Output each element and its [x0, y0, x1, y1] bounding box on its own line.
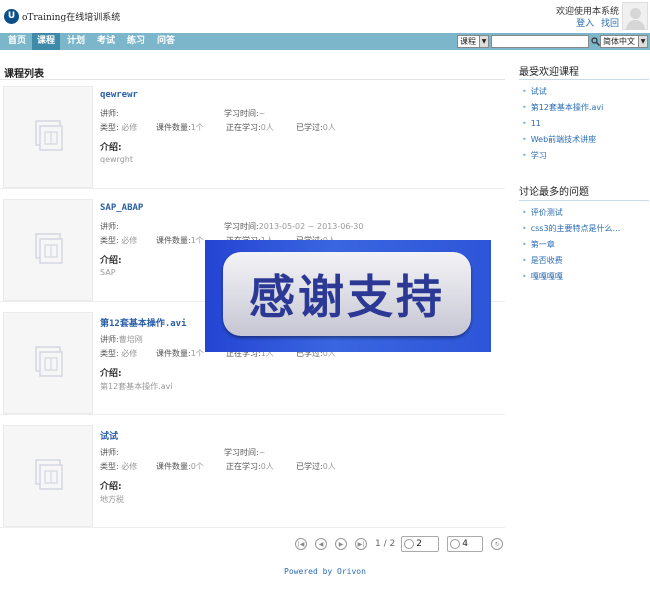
course-teacher: 讲师:	[100, 109, 119, 118]
course-description: qewrght	[100, 155, 133, 164]
course-count: 课件数量:1个	[156, 123, 204, 132]
search-type-value: 课程	[460, 37, 476, 46]
course-description: 第12套基本操作.avi	[100, 382, 173, 391]
course-intro-label: 介绍:	[100, 482, 122, 492]
main-nav: 首页 课程 计划 考试 练习 问答 课程 ▼ 简体中文 ▼	[0, 33, 650, 50]
jump-page-value: 2	[416, 539, 422, 549]
search-area: 课程 ▼ 简体中文 ▼	[457, 35, 648, 48]
login-link[interactable]: 登入	[576, 19, 594, 29]
list-item[interactable]: 评价测试	[522, 205, 620, 221]
book-icon	[35, 459, 63, 490]
course-type: 类型: 必修	[100, 123, 138, 132]
course-intro-label: 介绍:	[100, 143, 122, 153]
course-type: 类型: 必修	[100, 349, 138, 358]
nav-item-qa[interactable]: 问答	[152, 33, 180, 50]
course-time: 学习时间:~	[224, 109, 266, 118]
list-icon	[450, 539, 461, 549]
book-icon	[35, 346, 63, 377]
book-icon	[35, 233, 63, 264]
course-teacher: 讲师:曹培刚	[100, 335, 143, 344]
course-studying: 正在学习:0人	[226, 462, 274, 471]
course-item: qewrewr 讲师: 学习时间:~ 类型: 必修 课件数量:1个 正在学习:0…	[0, 81, 505, 189]
course-thumbnail[interactable]	[3, 199, 93, 301]
list-item[interactable]: 学习	[522, 148, 603, 164]
course-count: 课件数量:0个	[156, 462, 204, 471]
list-item[interactable]: css3的主要特点是什么...	[522, 221, 620, 237]
search-icon[interactable]	[591, 35, 600, 48]
next-page-icon[interactable]: ▶	[335, 538, 347, 550]
course-type: 类型: 必修	[100, 462, 138, 471]
course-title[interactable]: SAP_ABAP	[100, 203, 143, 213]
course-learned: 已学过:0人	[296, 123, 336, 132]
list-item[interactable]: 试试	[522, 84, 603, 100]
list-item[interactable]: 第12套基本操作.avi	[522, 100, 604, 116]
course-count: 课件数量:1个	[156, 349, 204, 358]
footer-powered: Powered by Orivon	[284, 567, 366, 576]
list-item[interactable]: 是否收费	[522, 253, 620, 269]
course-title[interactable]: 试试	[100, 429, 118, 442]
course-teacher: 讲师:	[100, 448, 119, 457]
list-item[interactable]: Web前端技术讲座	[522, 132, 603, 148]
course-thumbnail[interactable]	[3, 425, 93, 527]
divider	[519, 200, 649, 201]
course-description: 地方税	[100, 495, 124, 504]
thanks-text: 感谢支持	[249, 270, 445, 324]
list-item[interactable]: 11	[522, 116, 603, 132]
header: U oTraining在线培训系统 欢迎使用本系统 登入 找回	[0, 0, 650, 32]
site-title: oTraining在线培训系统	[22, 13, 121, 23]
thanks-banner-plate: 感谢支持	[223, 252, 471, 336]
nav-item-practice[interactable]: 练习	[122, 33, 150, 50]
page-size-field[interactable]: 4	[447, 536, 484, 552]
refresh-icon[interactable]: ↻	[491, 538, 504, 550]
jump-page-field[interactable]: 2	[401, 536, 440, 552]
course-thumbnail[interactable]	[3, 86, 93, 188]
course-title[interactable]: qewrewr	[100, 90, 138, 100]
page-size-value: 4	[462, 539, 468, 549]
list-item[interactable]: 嘎嘎嘎嘎	[522, 269, 620, 285]
nav-item-exams[interactable]: 考试	[92, 33, 120, 50]
discussed-questions-title: 讨论最多的问题	[519, 187, 589, 198]
course-type: 类型: 必修	[100, 236, 138, 245]
book-icon	[35, 120, 63, 151]
course-learned: 已学过:0人	[296, 462, 336, 471]
language-select[interactable]: 简体中文 ▼	[600, 35, 648, 48]
page-info: 1 / 2	[375, 539, 396, 549]
course-item: 试试 讲师: 学习时间:~ 类型: 必修 课件数量:0个 正在学习:0人 已学过…	[0, 420, 505, 528]
course-thumbnail[interactable]	[3, 312, 93, 414]
course-studying: 正在学习:0人	[226, 123, 274, 132]
last-page-icon[interactable]: ▶|	[355, 538, 367, 550]
course-intro-label: 介绍:	[100, 256, 122, 266]
popular-courses-title: 最受欢迎课程	[519, 67, 579, 78]
chevron-down-icon: ▼	[638, 36, 647, 47]
divider	[519, 79, 649, 80]
nav-item-home[interactable]: 首页	[3, 33, 31, 50]
go-icon	[404, 539, 415, 549]
popular-courses-list: 试试 第12套基本操作.avi 11 Web前端技术讲座 学习	[522, 84, 604, 164]
search-input[interactable]	[491, 35, 589, 48]
prev-page-icon[interactable]: ◀	[315, 538, 327, 550]
chevron-down-icon: ▼	[479, 36, 488, 47]
course-intro-label: 介绍:	[100, 369, 122, 379]
discussed-questions-list: 评价测试 css3的主要特点是什么... 第一章 是否收费 嘎嘎嘎嘎	[522, 205, 620, 285]
course-teacher: 讲师:	[100, 222, 119, 231]
language-value: 简体中文	[603, 37, 635, 46]
logo-icon: U	[4, 9, 19, 24]
list-item[interactable]: 第一章	[522, 237, 620, 253]
user-links: 登入 找回	[572, 16, 619, 29]
page-title: 课程列表	[4, 69, 44, 80]
thanks-banner: 感谢支持	[205, 240, 491, 352]
avatar[interactable]	[622, 2, 648, 30]
divider	[0, 79, 505, 80]
search-type-select[interactable]: 课程 ▼	[457, 35, 489, 48]
course-title[interactable]: 第12套基本操作.avi	[100, 316, 187, 329]
find-password-link[interactable]: 找回	[601, 19, 619, 29]
nav-item-plans[interactable]: 计划	[62, 33, 90, 50]
first-page-icon[interactable]: |◀	[295, 538, 307, 550]
course-count: 课件数量:1个	[156, 236, 204, 245]
course-time: 学习时间:2013-05-02 ~ 2013-06-30	[224, 222, 364, 231]
course-description: SAP	[100, 268, 116, 277]
course-time: 学习时间:~	[224, 448, 266, 457]
pagination: |◀ ◀ ▶ ▶| 1 / 2 2 4 ↻	[295, 536, 511, 552]
nav-item-courses[interactable]: 课程	[32, 33, 61, 50]
